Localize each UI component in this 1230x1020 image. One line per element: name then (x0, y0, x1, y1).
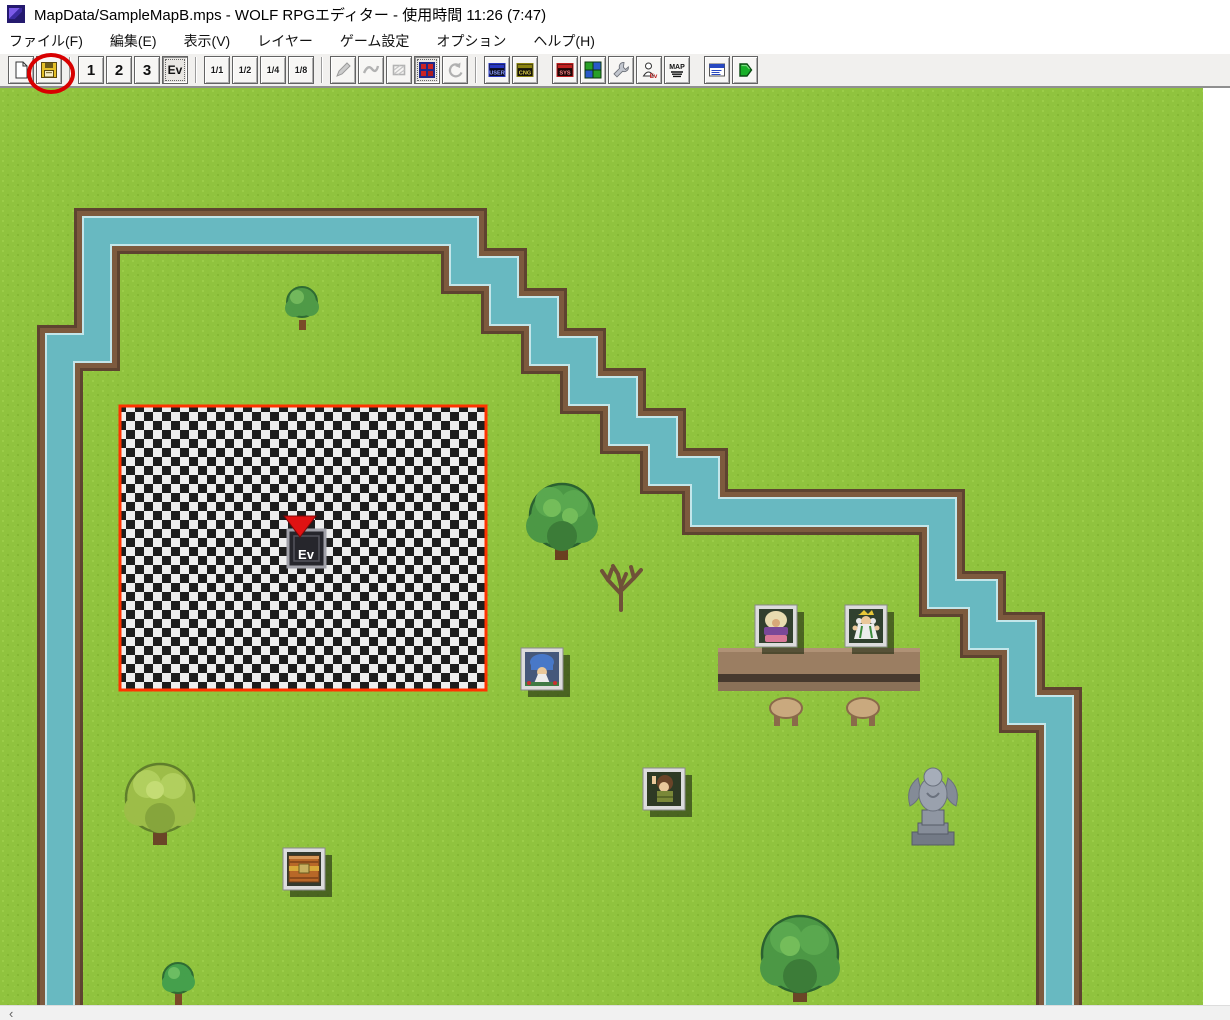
event-npc-green[interactable] (844, 604, 894, 654)
menu-file[interactable]: ファイル(F) (9, 31, 83, 51)
undo-button[interactable] (442, 56, 468, 84)
system-settings-button[interactable] (608, 56, 634, 84)
zoom-1-2-button[interactable]: 1/2 (232, 56, 258, 84)
fill-rect-icon (392, 64, 406, 76)
common-event-button[interactable] (704, 56, 730, 84)
fill-tool-button[interactable] (386, 56, 412, 84)
tile-stamp-button[interactable] (414, 56, 440, 84)
zoom-1-8-button[interactable]: 1/8 (288, 56, 314, 84)
event-chest[interactable] (282, 847, 332, 897)
new-page-icon (15, 61, 28, 79)
pen-tool-button[interactable] (330, 56, 356, 84)
zoom-1-1-button[interactable]: 1/1 (204, 56, 230, 84)
map-icon: MAP (669, 64, 685, 78)
user-db-icon: USER (488, 63, 506, 77)
title-bar: MapData/SampleMapB.mps - WOLF RPGエディター -… (0, 0, 1230, 28)
svg-text:USER: USER (489, 71, 505, 77)
menu-help[interactable]: ヘルプ(H) (533, 31, 594, 51)
layer-1-button[interactable]: 1 (78, 56, 104, 84)
scroll-left-arrow[interactable]: ‹ (9, 1007, 13, 1020)
toolbar-separator (69, 57, 71, 83)
play-icon (739, 63, 753, 77)
event-npc-kid[interactable] (642, 767, 692, 817)
change-db-icon: CNG (516, 63, 534, 77)
event-search-button[interactable]: Ev (636, 56, 662, 84)
wrench-icon (613, 62, 629, 78)
pencil-icon (336, 62, 351, 77)
event-search-icon: Ev (642, 62, 658, 79)
event-npc-purple[interactable] (754, 604, 804, 654)
save-floppy-icon (41, 62, 57, 78)
layer-1-label: 1 (86, 61, 96, 79)
map-select-button[interactable]: MAP (664, 56, 690, 84)
map-viewport: Ev (0, 88, 1203, 1009)
zoom-1-1-label: 1/1 (210, 65, 224, 75)
svg-text:CNG: CNG (519, 71, 531, 77)
off-map-area (1203, 88, 1230, 1005)
system-db-button[interactable]: SYS (552, 56, 578, 84)
horizontal-scrollbar[interactable]: ‹ (0, 1005, 1230, 1020)
tileset-settings-button[interactable] (580, 56, 606, 84)
menu-view[interactable]: 表示(V) (184, 31, 231, 51)
event-layer-label: Ev (167, 63, 183, 77)
layer-3-label: 3 (142, 61, 152, 79)
toolbar-separator (475, 57, 477, 83)
window-title: MapData/SampleMapB.mps - WOLF RPGエディター -… (34, 6, 547, 24)
wolf-rpg-editor-window: { "window": { "title": "MapData/SampleMa… (0, 0, 1230, 1020)
line-tool-button[interactable] (358, 56, 384, 84)
menu-edit[interactable]: 編集(E) (110, 31, 157, 51)
layer-3-button[interactable]: 3 (134, 56, 160, 84)
toolbar-separator (195, 57, 197, 83)
undo-arrow-icon (448, 62, 463, 78)
toolbar-separator (321, 57, 323, 83)
zoom-1-2-label: 1/2 (238, 65, 252, 75)
new-file-button[interactable] (8, 56, 34, 84)
map-canvas[interactable]: Ev (0, 88, 1203, 1009)
menu-layer[interactable]: レイヤー (257, 31, 313, 51)
layer-2-button[interactable]: 2 (106, 56, 132, 84)
zoom-1-4-button[interactable]: 1/4 (260, 56, 286, 84)
table-counter (718, 648, 920, 691)
event-cursor-label: Ev (298, 547, 315, 562)
save-button[interactable] (36, 56, 62, 84)
svg-text:MAP: MAP (669, 64, 685, 71)
app-icon (7, 5, 25, 23)
curve-line-icon (362, 65, 380, 74)
red-tiles-icon (419, 62, 435, 78)
user-db-button[interactable]: USER (484, 56, 510, 84)
layer-2-label: 2 (114, 61, 124, 79)
menu-game-settings[interactable]: ゲーム設定 (340, 31, 410, 51)
event-layer-button[interactable]: Ev (162, 56, 188, 84)
test-play-button[interactable] (732, 56, 758, 84)
changeable-db-button[interactable]: CNG (512, 56, 538, 84)
tileset-icon (584, 61, 602, 79)
window-icon (709, 63, 725, 77)
svg-text:SYS: SYS (559, 71, 570, 77)
toolbar: 1 2 3 Ev 1/1 1/2 1/4 1/8 USER CNG SYS Ev… (0, 54, 1230, 86)
event-npc-blue[interactable] (520, 647, 570, 697)
system-db-icon: SYS (556, 63, 574, 77)
zoom-1-4-label: 1/4 (266, 65, 280, 75)
svg-text:Ev: Ev (650, 73, 658, 79)
menu-options[interactable]: オプション (436, 31, 506, 51)
zoom-1-8-label: 1/8 (294, 65, 308, 75)
menu-bar: ファイル(F) 編集(E) 表示(V) レイヤー ゲーム設定 オプション ヘルプ… (0, 28, 1230, 54)
